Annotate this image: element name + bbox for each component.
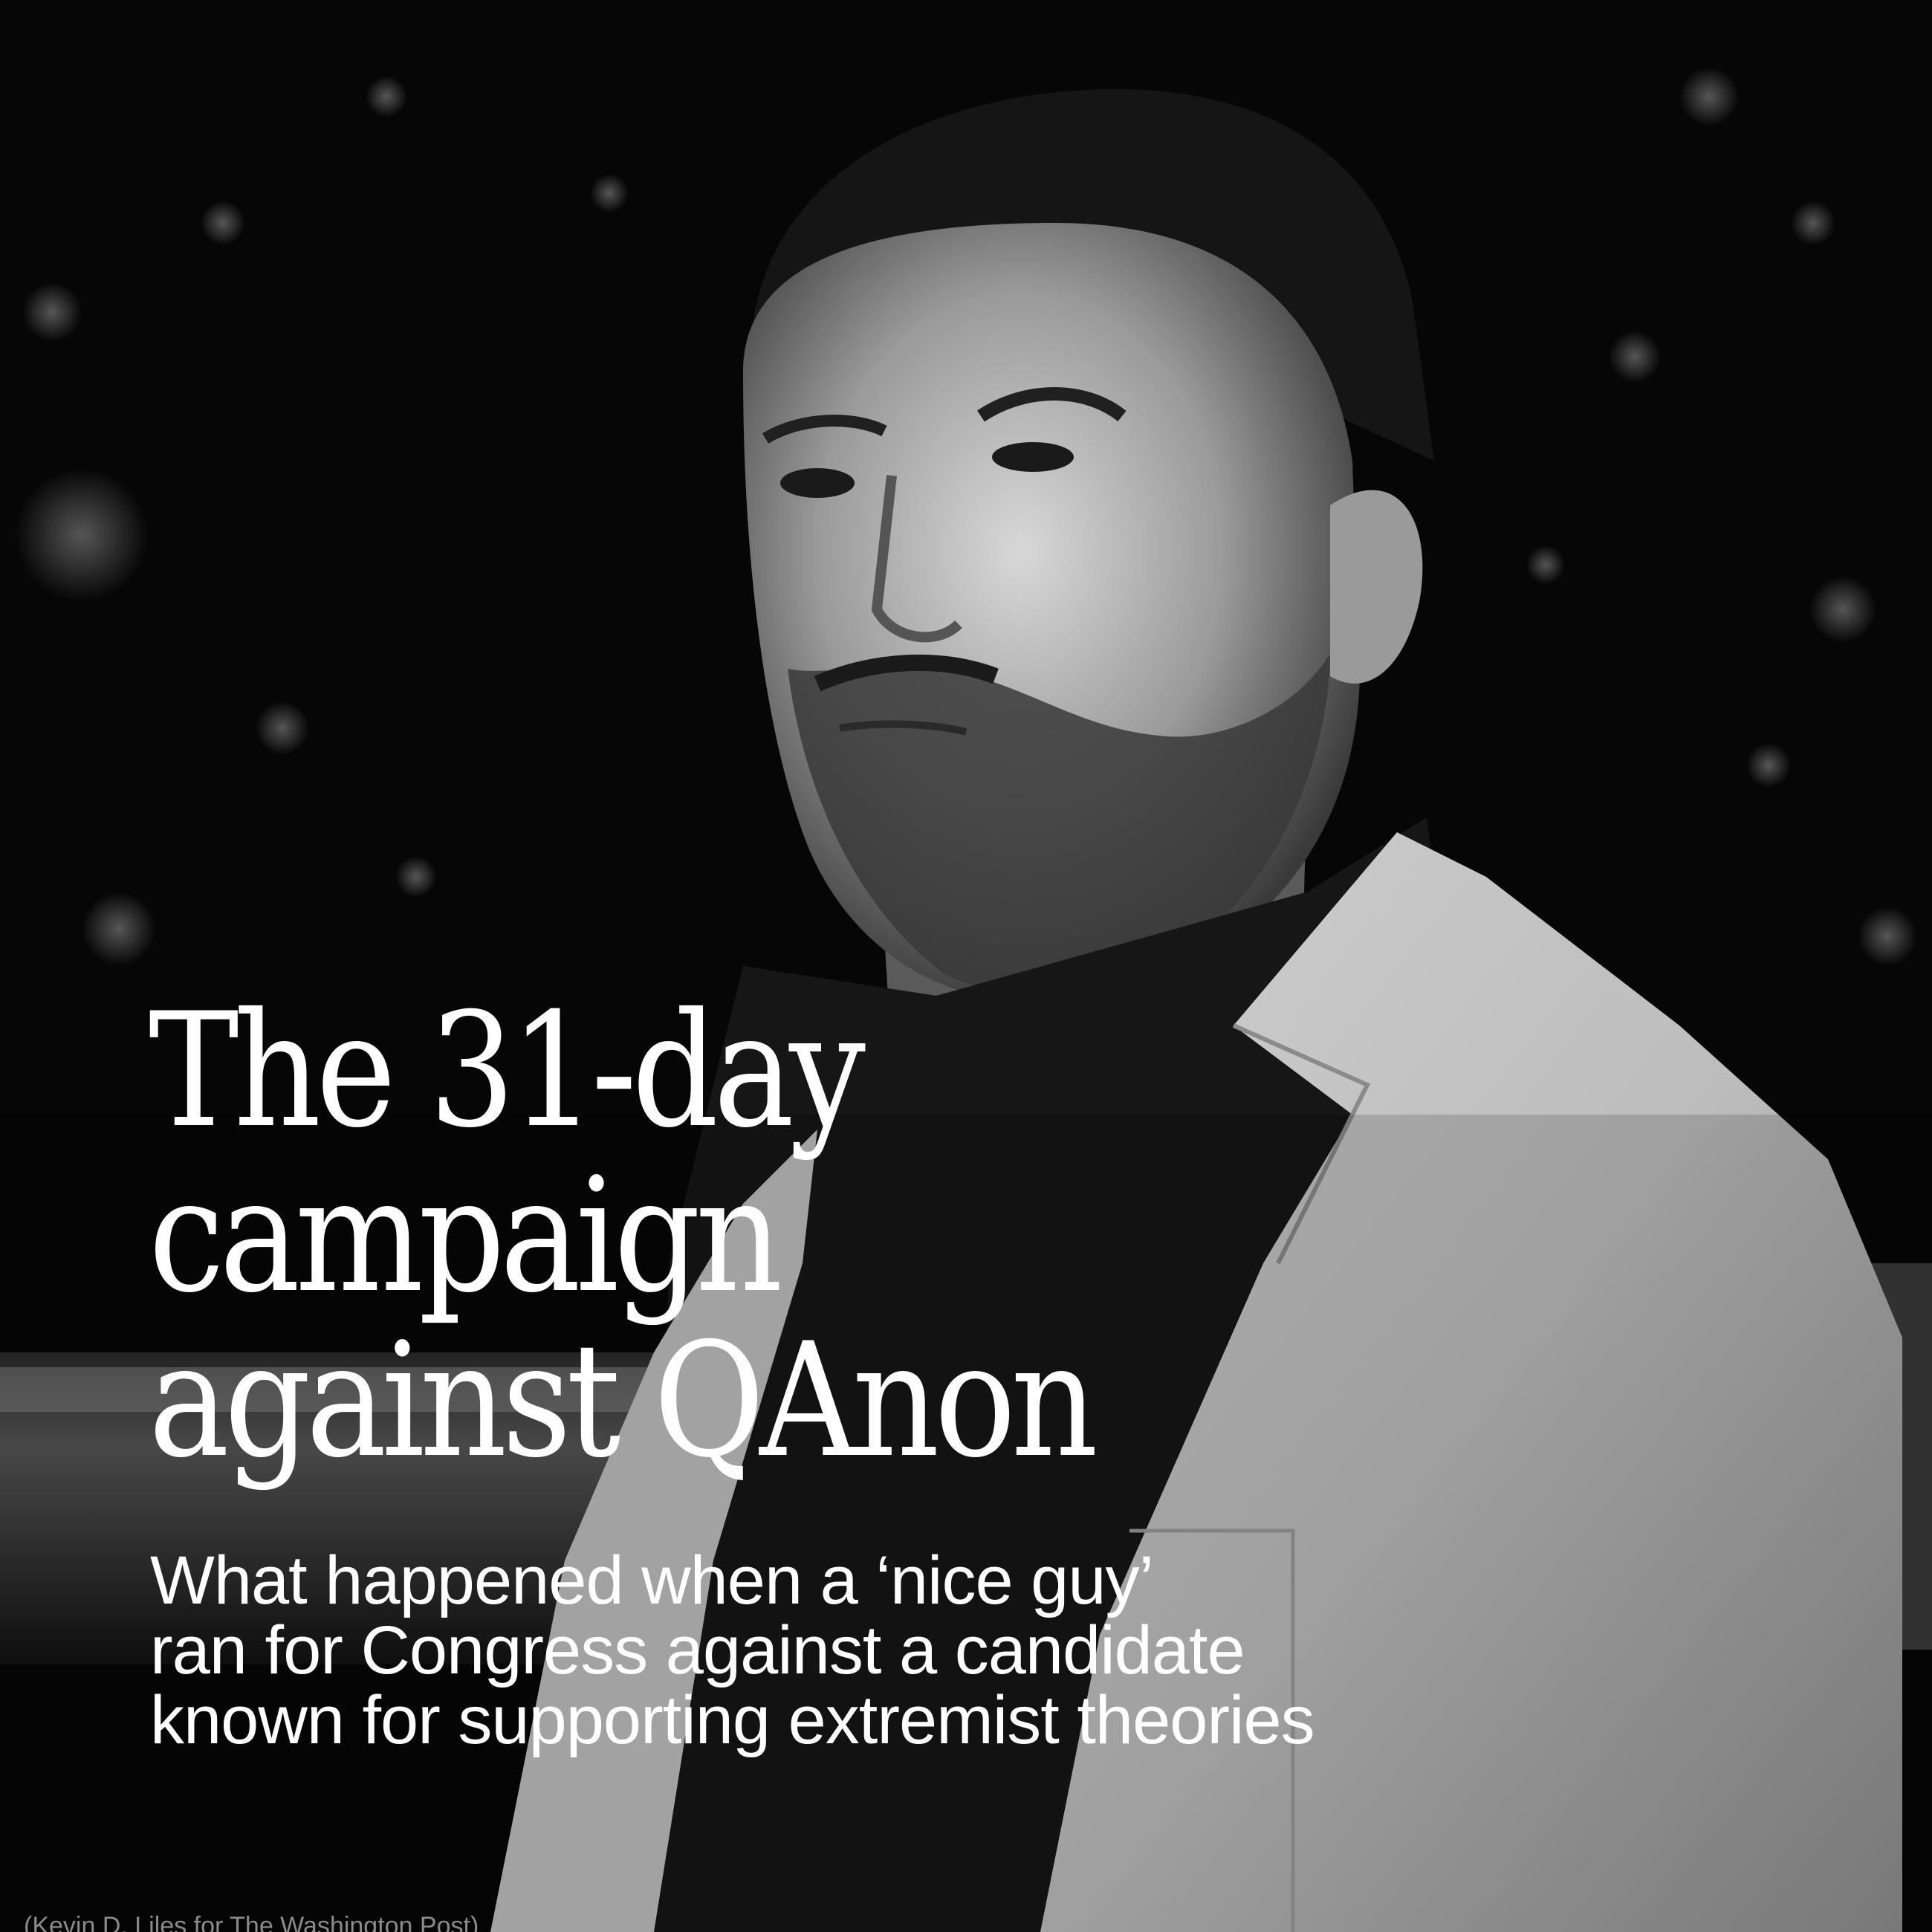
subheadline-line: known for supporting extremist theories	[150, 1682, 1315, 1758]
headline: The 31-day campaign against QAnon	[149, 979, 1098, 1492]
story-card: The 31-day campaign against QAnon What h…	[0, 0, 1932, 1932]
headline-line: campaign	[149, 1144, 782, 1327]
subheadline-line: ran for Congress against a candidate	[150, 1612, 1245, 1688]
photo-credit: (Kevin D. Liles for The Washington Post)	[24, 1912, 479, 1932]
headline-line: The 31-day	[149, 979, 866, 1162]
subheadline: What happened when a ‘nice guy’ ran for …	[150, 1546, 1562, 1755]
subheadline-line: What happened when a ‘nice guy’	[150, 1543, 1154, 1618]
headline-line: against QAnon	[149, 1309, 1098, 1492]
